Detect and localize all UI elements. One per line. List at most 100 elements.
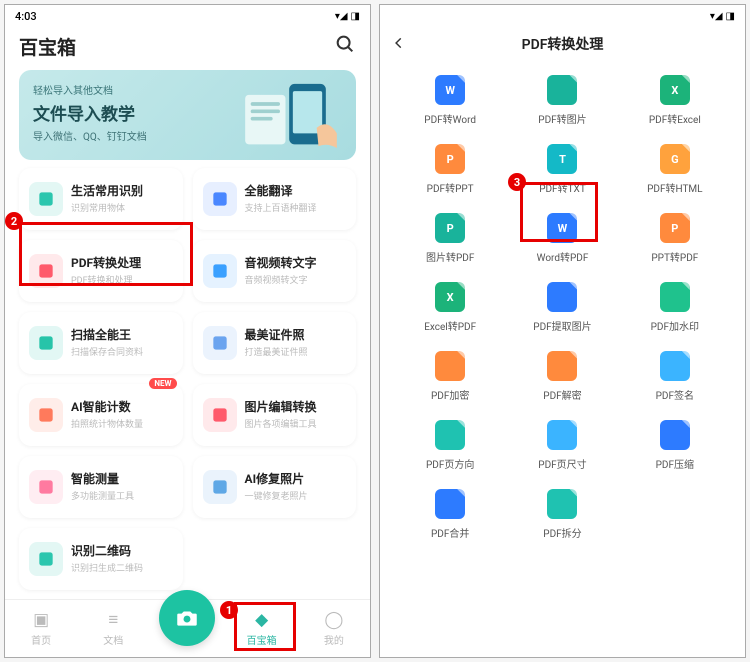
- nav-toolbox[interactable]: ◆ 百宝箱: [236, 610, 288, 647]
- feature-card-5[interactable]: 最美证件照打造最美证件照: [193, 312, 357, 374]
- tool-8[interactable]: PPPT转PDF: [623, 213, 727, 264]
- feature-icon: [29, 326, 63, 360]
- tool-label: PDF解密: [543, 387, 581, 402]
- tool-icon: T: [547, 144, 577, 174]
- header: PDF转换处理: [380, 27, 745, 61]
- nav-docs-label: 文档: [103, 632, 123, 647]
- nav-mine[interactable]: ◯ 我的: [308, 610, 360, 647]
- tool-18[interactable]: PDF合并: [398, 489, 502, 540]
- tool-7[interactable]: WWord转PDF: [510, 213, 614, 264]
- tool-grid: W PDF转Word PDF转图片 X PDF转Excel PPDF转PPTTPDF转TX…: [380, 61, 745, 657]
- tool-10[interactable]: PDF提取图片: [510, 282, 614, 333]
- tool-6[interactable]: P图片转PDF: [398, 213, 502, 264]
- tool-icon: X: [660, 75, 690, 105]
- tool-3[interactable]: PPDF转PPT: [398, 144, 502, 195]
- header: 百宝箱: [5, 27, 370, 64]
- tool-icon: [547, 75, 577, 105]
- nav-home[interactable]: ▣ 首页: [15, 610, 67, 647]
- page-title: PDF转换处理: [380, 34, 745, 54]
- feature-card-1[interactable]: 全能翻译支持上百语种翻译: [193, 168, 357, 230]
- tool-12[interactable]: PDF加密: [398, 351, 502, 402]
- statusbar: ▾◢ ◨: [380, 5, 745, 27]
- tool-label: PDF合并: [431, 525, 469, 540]
- feature-card-2[interactable]: PDF转换处理 PDF转换和处理: [19, 240, 183, 302]
- feature-card-6[interactable]: AI智能计数拍照统计物体数量NEW: [19, 384, 183, 446]
- tool-15[interactable]: PDF页方向: [398, 420, 502, 471]
- feature-card-10[interactable]: 识别二维码识别扫生成二维码: [19, 528, 183, 590]
- tutorial-banner[interactable]: 轻松导入其他文档 文件导入教学 导入微信、QQ、钉钉文档: [19, 70, 356, 160]
- tool-11[interactable]: PDF加水印: [623, 282, 727, 333]
- feature-icon: [203, 398, 237, 432]
- feature-title: 图片编辑转换: [245, 400, 317, 414]
- nav-toolbox-label: 百宝箱: [247, 632, 277, 647]
- tool-17[interactable]: PDF压缩: [623, 420, 727, 471]
- search-icon[interactable]: [334, 33, 356, 60]
- feature-card-8[interactable]: 智能测量多功能测量工具: [19, 456, 183, 518]
- feature-subtitle: 打造最美证件照: [245, 345, 308, 358]
- battery-icon: ◨: [726, 11, 735, 22]
- tool-0[interactable]: W PDF转Word: [398, 75, 502, 126]
- tool-label: Word转PDF: [537, 249, 589, 264]
- feature-card-0[interactable]: 生活常用识别识别常用物体: [19, 168, 183, 230]
- tool-1[interactable]: PDF转图片: [510, 75, 614, 126]
- feature-icon: [203, 254, 237, 288]
- feature-subtitle: 一键修复老照片: [245, 489, 308, 502]
- feature-icon: [203, 470, 237, 504]
- feature-title: AI智能计数: [71, 400, 143, 414]
- feature-icon: [29, 182, 63, 216]
- feature-icon: [29, 542, 63, 576]
- docs-icon: ≡: [108, 610, 118, 630]
- tool-label: PDF转图片: [538, 111, 586, 126]
- feature-grid: 生活常用识别识别常用物体全能翻译支持上百语种翻译PDF转换处理PDF转换和处理音…: [5, 166, 370, 599]
- tool-icon: P: [660, 213, 690, 243]
- feature-subtitle: 识别常用物体: [71, 201, 143, 214]
- tool-icon: [547, 282, 577, 312]
- tool-5[interactable]: GPDF转HTML: [623, 144, 727, 195]
- feature-title: 全能翻译: [245, 184, 317, 198]
- signal-icon: ▾◢: [335, 11, 348, 22]
- statusbar: 4:03 ▾◢ ◨: [5, 5, 370, 27]
- feature-subtitle: PDF转换和处理: [71, 273, 141, 286]
- nav-docs[interactable]: ≡ 文档: [87, 610, 139, 647]
- tool-icon: [660, 420, 690, 450]
- tool-label: PDF加水印: [651, 318, 699, 333]
- bottom-nav: ▣ 首页 ≡ 文档 ◆ 百宝箱 ◯ 我的: [5, 599, 370, 657]
- feature-card-3[interactable]: 音视频转文字音频视频转文字: [193, 240, 357, 302]
- tool-16[interactable]: PDF页尺寸: [510, 420, 614, 471]
- tool-9[interactable]: XExcel转PDF: [398, 282, 502, 333]
- feature-title: 最美证件照: [245, 328, 308, 342]
- tool-icon: [547, 489, 577, 519]
- feature-card-9[interactable]: AI修复照片一键修复老照片: [193, 456, 357, 518]
- tool-13[interactable]: PDF解密: [510, 351, 614, 402]
- tool-icon: [547, 351, 577, 381]
- tool-4[interactable]: TPDF转TXT: [510, 144, 614, 195]
- feature-title: 识别二维码: [71, 544, 143, 558]
- tool-icon: [660, 351, 690, 381]
- toolbox-icon: ◆: [255, 610, 268, 630]
- phone-left: 4:03 ▾◢ ◨ 百宝箱 轻松导入其他文档 文件导入教学 导入微信、QQ、钉钉…: [4, 4, 371, 658]
- tool-19[interactable]: PDF拆分: [510, 489, 614, 540]
- feature-subtitle: 多功能测量工具: [71, 489, 134, 502]
- feature-subtitle: 扫描保存合同资料: [71, 345, 143, 358]
- tool-2[interactable]: X PDF转Excel: [623, 75, 727, 126]
- feature-icon: [203, 326, 237, 360]
- tool-icon: [435, 351, 465, 381]
- feature-title: PDF转换处理: [71, 256, 141, 270]
- feature-card-7[interactable]: 图片编辑转换图片各项编辑工具: [193, 384, 357, 446]
- tool-14[interactable]: PDF签名: [623, 351, 727, 402]
- feature-card-4[interactable]: 扫描全能王扫描保存合同资料: [19, 312, 183, 374]
- tool-label: PDF页方向: [426, 456, 474, 471]
- camera-fab[interactable]: [159, 590, 215, 646]
- tool-label: PDF转Excel: [649, 111, 701, 126]
- tool-icon: [660, 282, 690, 312]
- tool-label: PDF转HTML: [647, 180, 702, 195]
- feature-icon: [29, 470, 63, 504]
- tool-label: PDF加密: [431, 387, 469, 402]
- tool-label: 图片转PDF: [426, 249, 474, 264]
- tool-icon: W: [435, 75, 465, 105]
- feature-subtitle: 支持上百语种翻译: [245, 201, 317, 214]
- tool-label: PDF转Word: [424, 111, 476, 126]
- signal-icon: ▾◢: [710, 11, 723, 22]
- nav-home-label: 首页: [31, 632, 51, 647]
- feature-title: AI修复照片: [245, 472, 308, 486]
